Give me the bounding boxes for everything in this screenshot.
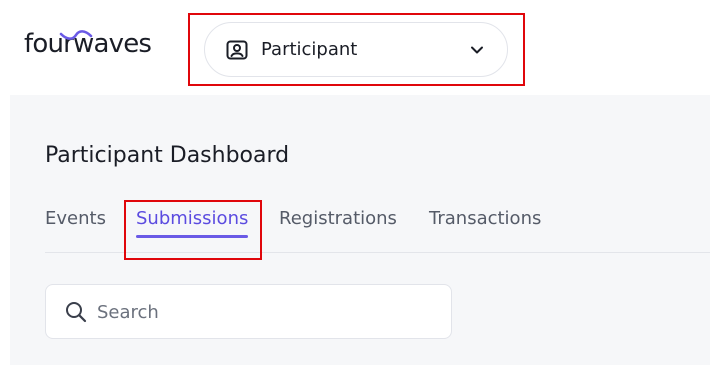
user-badge-icon <box>226 40 248 60</box>
top-header: fourwaves Participant <box>0 0 710 95</box>
logo-wave-icon <box>59 30 93 40</box>
tab-registrations[interactable]: Registrations <box>279 207 397 231</box>
active-tab-indicator <box>136 235 248 238</box>
page-title: Participant Dashboard <box>45 143 290 168</box>
tab-events[interactable]: Events <box>45 207 106 231</box>
tab-transactions[interactable]: Transactions <box>429 207 541 231</box>
search-input[interactable] <box>97 298 427 326</box>
tabs-divider <box>45 252 710 253</box>
search-icon <box>66 302 87 323</box>
tab-submissions[interactable]: Submissions <box>136 207 248 231</box>
search-box[interactable] <box>45 284 452 339</box>
dashboard-tabs: Events Submissions Registrations Transac… <box>10 203 710 253</box>
role-selector-dropdown[interactable]: Participant <box>204 22 508 77</box>
role-selector-label: Participant <box>261 39 358 60</box>
chevron-down-icon <box>471 46 483 54</box>
dashboard-panel: Participant Dashboard Events Submissions… <box>10 95 710 365</box>
